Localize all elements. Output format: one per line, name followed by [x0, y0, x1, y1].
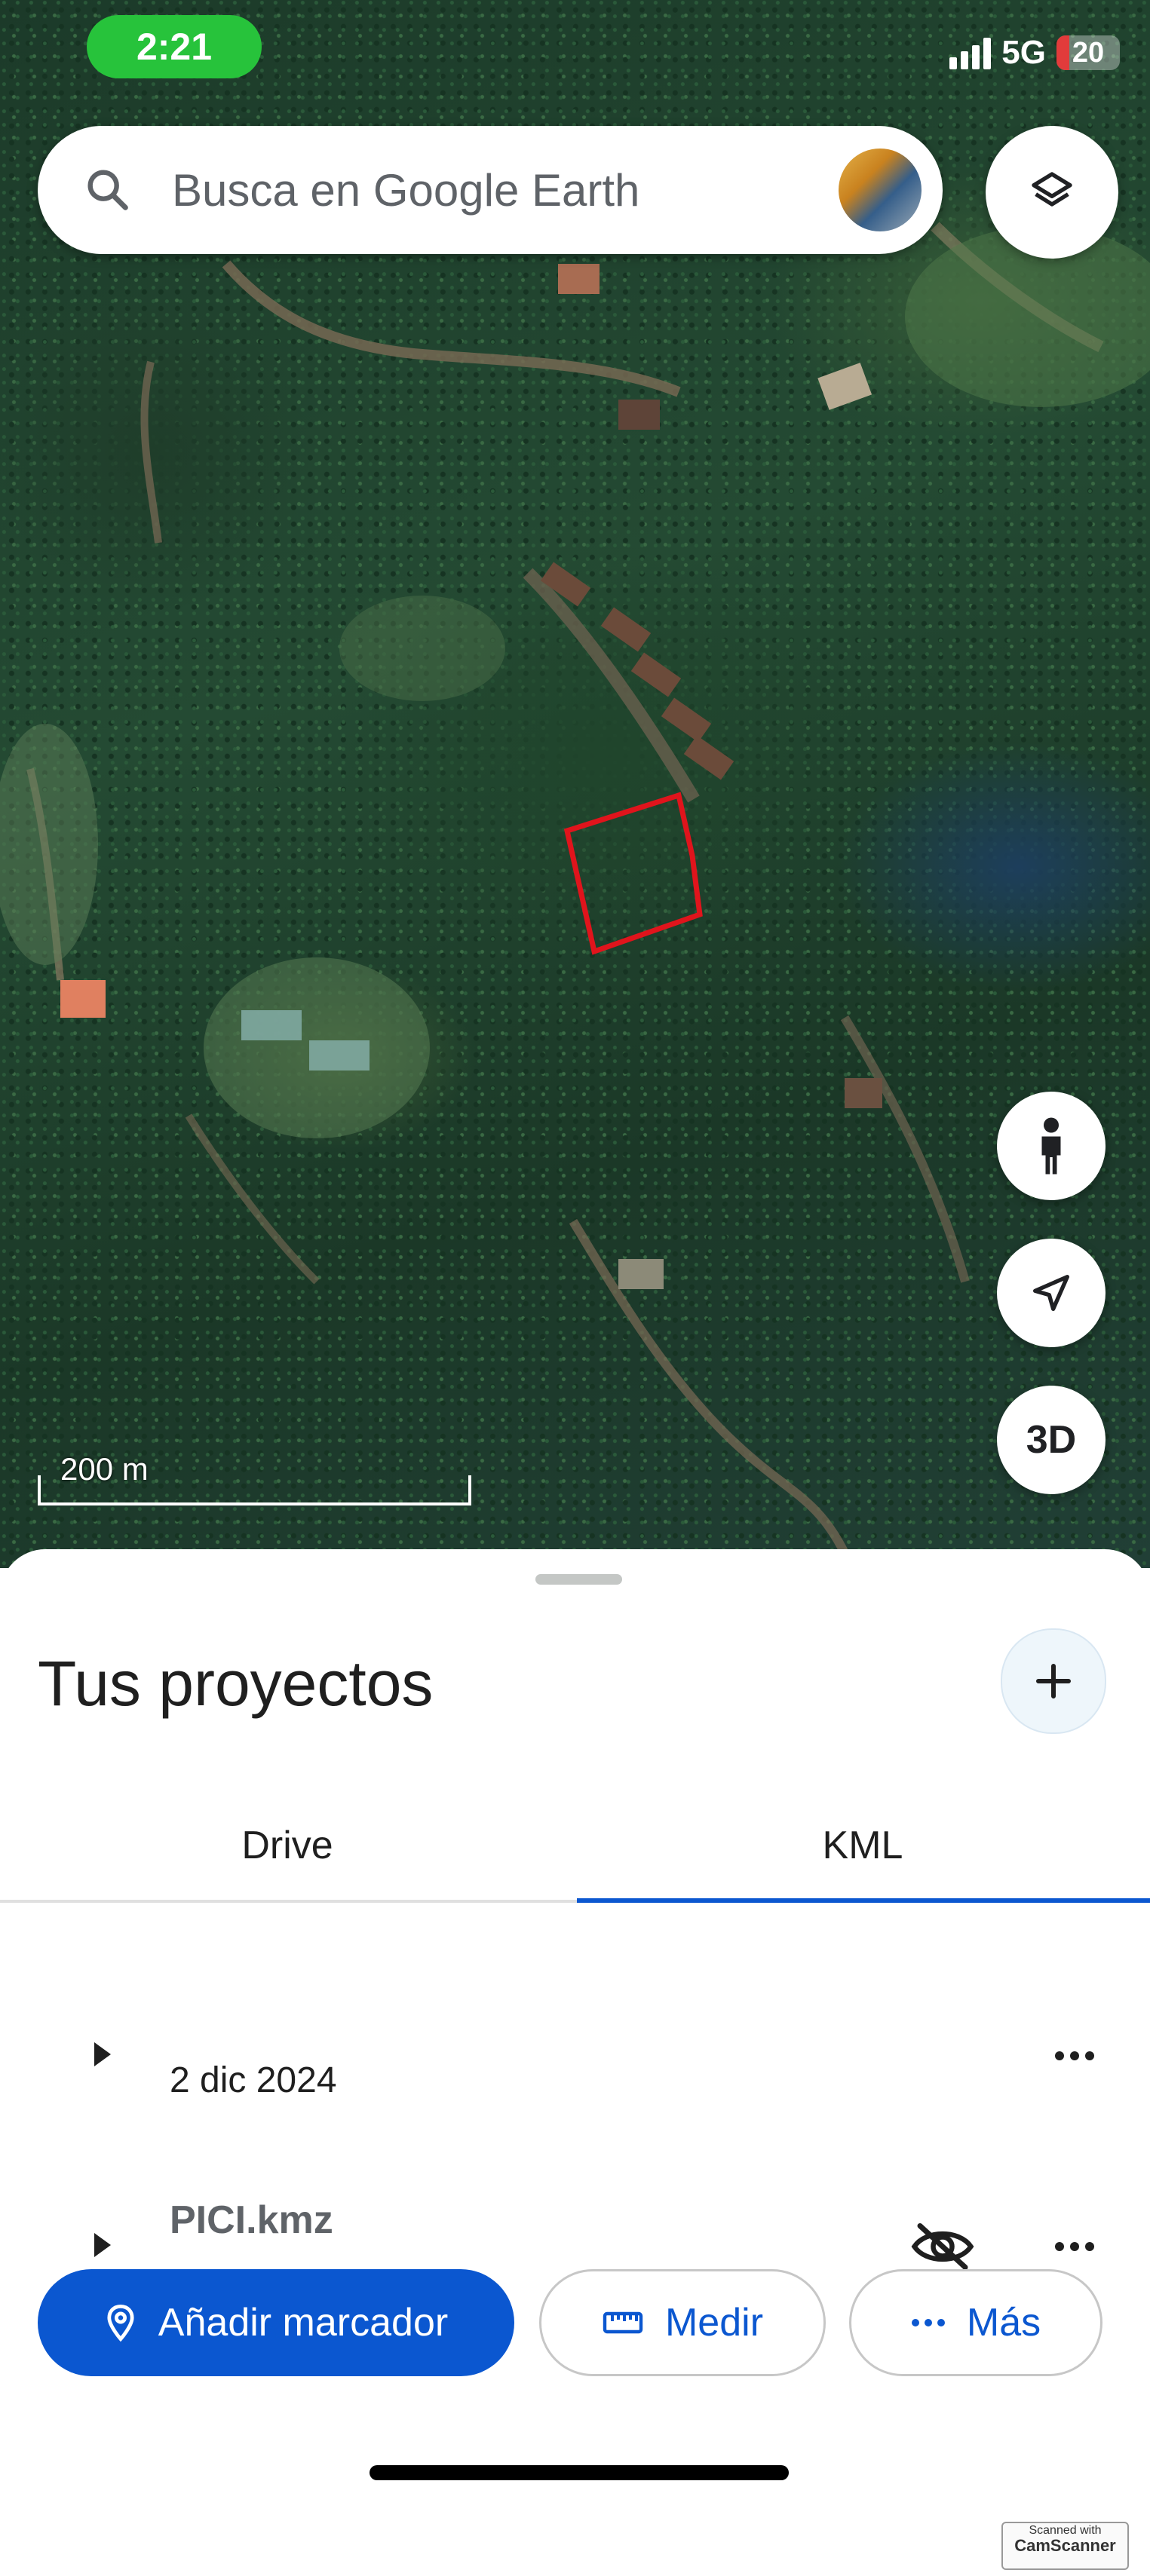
battery-icon: 20 [1056, 35, 1120, 70]
status-indicators: 5G 20 [949, 30, 1120, 75]
list-item-label: PICI.kmz [170, 2198, 333, 2242]
add-project-button[interactable] [1001, 1628, 1106, 1734]
tab-drive[interactable]: Drive [0, 1788, 575, 1903]
search-placeholder[interactable]: Busca en Google Earth [172, 164, 839, 216]
3d-toggle-button[interactable]: 3D [997, 1386, 1106, 1494]
satellite-map[interactable]: 2:21 5G 20 Busca en Google Earth 3D 200 … [0, 0, 1150, 1568]
measure-label: Medir [664, 2301, 764, 2345]
location-pin-icon [104, 2303, 137, 2342]
more-horiz-icon[interactable] [1048, 2231, 1101, 2262]
watermark-line1: Scanned with [1029, 2524, 1102, 2537]
search-icon [87, 170, 128, 210]
scanner-watermark: Scanned with CamScanner [1001, 2522, 1129, 2570]
sheet-title: Tus proyectos [38, 1648, 434, 1719]
navigation-arrow-icon [1033, 1275, 1069, 1311]
status-time: 2:21 [87, 15, 262, 78]
scale-bar: 200 m [38, 1451, 471, 1505]
more-dots-icon [911, 2318, 946, 2327]
search-bar[interactable]: Busca en Google Earth [38, 126, 943, 254]
list-item[interactable]: 2 dic 2024 [0, 1973, 1150, 2100]
project-tabs: Drive KML [0, 1788, 1150, 1903]
account-avatar[interactable] [839, 149, 922, 231]
network-type: 5G [1001, 34, 1046, 71]
pegman-icon [1041, 1117, 1061, 1175]
measure-button[interactable]: Medir [539, 2269, 826, 2376]
expand-arrow-icon[interactable] [94, 2233, 111, 2257]
expand-arrow-icon[interactable] [94, 2042, 111, 2066]
more-label: Más [966, 2301, 1041, 2345]
add-marker-button[interactable]: Añadir marcador [38, 2269, 514, 2376]
home-indicator[interactable] [370, 2465, 789, 2480]
signal-icon [949, 36, 992, 69]
parcel-outline [563, 792, 703, 955]
visibility-off-icon[interactable] [909, 2220, 977, 2273]
projects-sheet: Tus proyectos Drive KML 2 dic 2024 PICI.… [0, 1549, 1150, 2576]
add-marker-label: Añadir marcador [158, 2301, 449, 2345]
tab-kml[interactable]: KML [575, 1788, 1150, 1903]
sheet-drag-handle[interactable] [535, 1574, 622, 1585]
my-location-button[interactable] [997, 1239, 1106, 1347]
layers-icon [1032, 172, 1072, 207]
tab-selected-indicator [577, 1898, 1150, 1903]
action-bar: Añadir marcador Medir Más [0, 2269, 1150, 2382]
more-horiz-icon[interactable] [1048, 2041, 1101, 2071]
battery-level: 20 [1072, 36, 1105, 69]
watermark-line2: CamScanner [1014, 2536, 1116, 2555]
more-button[interactable]: Más [849, 2269, 1102, 2376]
scale-label: 200 m [60, 1451, 149, 1487]
ruler-icon [602, 2309, 644, 2336]
list-item-label: 2 dic 2024 [170, 2060, 337, 2100]
list-item[interactable]: PICI.kmz [0, 2145, 1150, 2273]
plus-icon [1036, 1664, 1071, 1698]
street-view-button[interactable] [997, 1092, 1106, 1200]
layers-button[interactable] [986, 126, 1118, 259]
battery-fill [1056, 35, 1069, 70]
